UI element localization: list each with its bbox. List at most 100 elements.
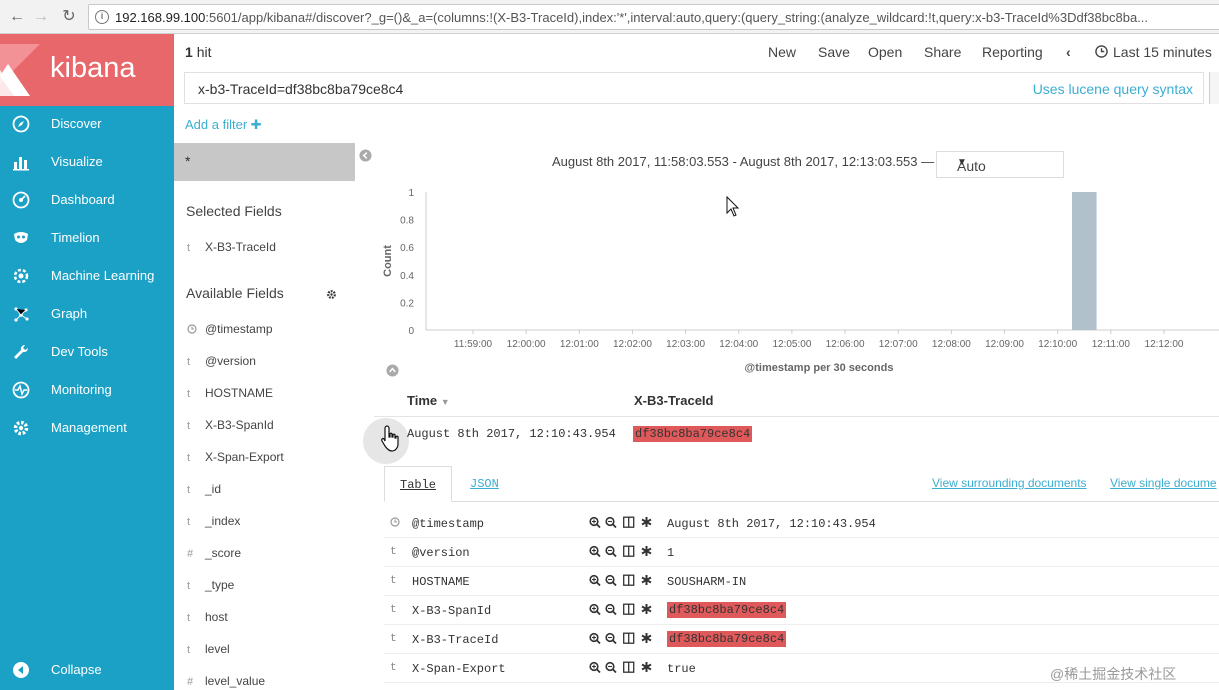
row-trace-id-value: df38bc8ba79ce8c4: [633, 426, 753, 442]
forward-arrow-icon[interactable]: →: [32, 8, 50, 26]
available-field-item[interactable]: # _score: [187, 546, 241, 564]
collapse-icon: [13, 662, 29, 678]
field-actions[interactable]: [589, 516, 661, 530]
histogram-chart: 0 0.2 0.4 0.6 0.8 1 11:59:00 12:00:00 12:01:00 12…: [382, 188, 1219, 374]
reload-icon[interactable]: ↻: [60, 8, 78, 26]
doc-field-row: t @version 1: [384, 538, 1219, 567]
open-button[interactable]: Open: [868, 44, 902, 60]
string-type-icon: t: [187, 644, 191, 656]
interval-select[interactable]: Auto ▼: [936, 151, 1064, 178]
reporting-button[interactable]: Reporting: [982, 44, 1043, 60]
available-field-item[interactable]: t host: [187, 610, 228, 628]
available-field-item[interactable]: t _type: [187, 578, 234, 596]
field-actions[interactable]: [589, 574, 661, 588]
sidebar-item-machine-learning[interactable]: Machine Learning: [0, 257, 174, 295]
sidebar-item-monitoring[interactable]: Monitoring: [0, 371, 174, 409]
view-surrounding-documents-link[interactable]: View surrounding documents: [932, 476, 1087, 490]
available-field-item[interactable]: t HOSTNAME: [187, 386, 273, 404]
x-tick-label: 12:06:00: [826, 339, 865, 350]
filter-out-value-icon: [605, 632, 617, 645]
available-field-item[interactable]: t X-Span-Export: [187, 450, 284, 468]
kibana-logo-mark-icon: [0, 44, 40, 96]
y-axis-label: Count: [382, 245, 394, 277]
sidebar-item-label: Machine Learning: [51, 268, 155, 283]
filter-out-value-icon: [605, 516, 617, 529]
available-field-item[interactable]: t @version: [187, 354, 256, 372]
search-button[interactable]: [1209, 72, 1219, 104]
doc-field-row: @timestamp August 8th 2017, 12:10:43.954: [384, 509, 1219, 538]
time-back-chevron-icon[interactable]: ‹: [1066, 44, 1071, 60]
doc-field-value: df38bc8ba79ce8c4: [667, 602, 787, 618]
available-field-item[interactable]: t _index: [187, 514, 240, 532]
back-arrow-icon[interactable]: ←: [8, 8, 26, 26]
sidebar-item-discover[interactable]: Discover: [0, 105, 174, 143]
x-tick-label: 11:59:00: [454, 339, 493, 350]
tab-table[interactable]: Table: [384, 466, 452, 502]
view-single-document-link[interactable]: View single docume: [1110, 476, 1217, 490]
info-icon[interactable]: i: [95, 10, 109, 24]
string-type-icon: t: [390, 604, 397, 616]
brand-name: kibana: [50, 52, 136, 84]
time-column-header[interactable]: Time ▼: [407, 393, 450, 408]
heartbeat-icon: [12, 381, 30, 399]
y-tick-label: 0.4: [400, 271, 414, 282]
sidebar-item-label: Timelion: [51, 230, 100, 245]
available-field-item[interactable]: t _id: [187, 482, 221, 500]
trace-id-column-header[interactable]: X-B3-TraceId: [634, 393, 713, 408]
field-settings-gear-icon[interactable]: [326, 289, 337, 300]
doc-field-name: HOSTNAME: [412, 575, 470, 589]
available-field-item[interactable]: t X-B3-SpanId: [187, 418, 274, 436]
field-actions[interactable]: [589, 661, 661, 675]
sidebar-item-graph[interactable]: Graph: [0, 295, 174, 333]
new-button[interactable]: New: [768, 44, 796, 60]
available-field-item[interactable]: @timestamp: [187, 322, 273, 340]
field-actions[interactable]: [589, 603, 661, 617]
sidebar-item-dashboard[interactable]: Dashboard: [0, 181, 174, 219]
sidebar-item-visualize[interactable]: Visualize: [0, 143, 174, 181]
toggle-column-icon: [623, 574, 635, 586]
field-name: _score: [205, 546, 242, 560]
sidebar-item-label: Dev Tools: [51, 344, 108, 359]
available-field-item[interactable]: t level: [187, 642, 230, 660]
field-actions[interactable]: [589, 545, 661, 559]
sidebar-collapse[interactable]: Collapse: [0, 651, 174, 689]
add-filter-button[interactable]: Add a filter ✚: [185, 117, 262, 133]
string-type-icon: t: [390, 546, 397, 558]
lucene-syntax-link[interactable]: Uses lucene query syntax: [1033, 81, 1193, 97]
sidebar-item-dev-tools[interactable]: Dev Tools: [0, 333, 174, 371]
sidebar-item-label: Visualize: [51, 154, 103, 169]
save-button[interactable]: Save: [818, 44, 850, 60]
sidebar-item-management[interactable]: Management: [0, 409, 174, 447]
string-type-icon: t: [390, 575, 397, 587]
search-input[interactable]: x-b3-TraceId=df38bc8ba79ce8c4 Uses lucen…: [184, 72, 1204, 104]
filter-out-value-icon: [605, 545, 617, 558]
number-type-icon: #: [187, 676, 194, 688]
string-type-icon: t: [390, 633, 397, 645]
field-name: _id: [205, 482, 222, 496]
string-type-icon: t: [187, 356, 191, 368]
collapse-sidebar-chevron-icon[interactable]: [359, 149, 372, 162]
doc-field-name: X-B3-TraceId: [412, 633, 499, 647]
address-bar[interactable]: i 192.168.99.100:5601/app/kibana#/discov…: [88, 4, 1219, 30]
doc-detail-tabs: Table JSON: [384, 466, 1219, 502]
share-button[interactable]: Share: [924, 44, 961, 60]
sidebar-item-timelion[interactable]: Timelion: [0, 219, 174, 257]
string-type-icon: t: [187, 242, 191, 254]
selected-field-item[interactable]: t X-B3-TraceId: [187, 240, 276, 258]
sidebar-item-label: Dashboard: [51, 192, 115, 207]
x-tick-label: 12:03:00: [666, 339, 705, 350]
y-tick-label: 1: [408, 188, 414, 199]
index-pattern-selector[interactable]: *: [174, 143, 355, 181]
field-actions[interactable]: [589, 632, 661, 646]
machine-learning-icon: [13, 268, 29, 284]
doc-field-value: SOUSHARM-IN: [667, 575, 747, 589]
filter-out-value-icon: [605, 574, 617, 587]
field-name: X-B3-SpanId: [205, 418, 274, 432]
kibana-logo[interactable]: kibana: [0, 34, 174, 106]
filter-exists-asterisk-icon: [641, 604, 652, 614]
available-field-item[interactable]: # level_value: [187, 674, 265, 690]
toggle-chart-chevron-icon[interactable]: [386, 364, 399, 377]
tab-json[interactable]: JSON: [454, 466, 514, 502]
time-picker-button[interactable]: Last 15 minutes: [1113, 44, 1212, 60]
doc-field-name: @version: [412, 546, 470, 560]
